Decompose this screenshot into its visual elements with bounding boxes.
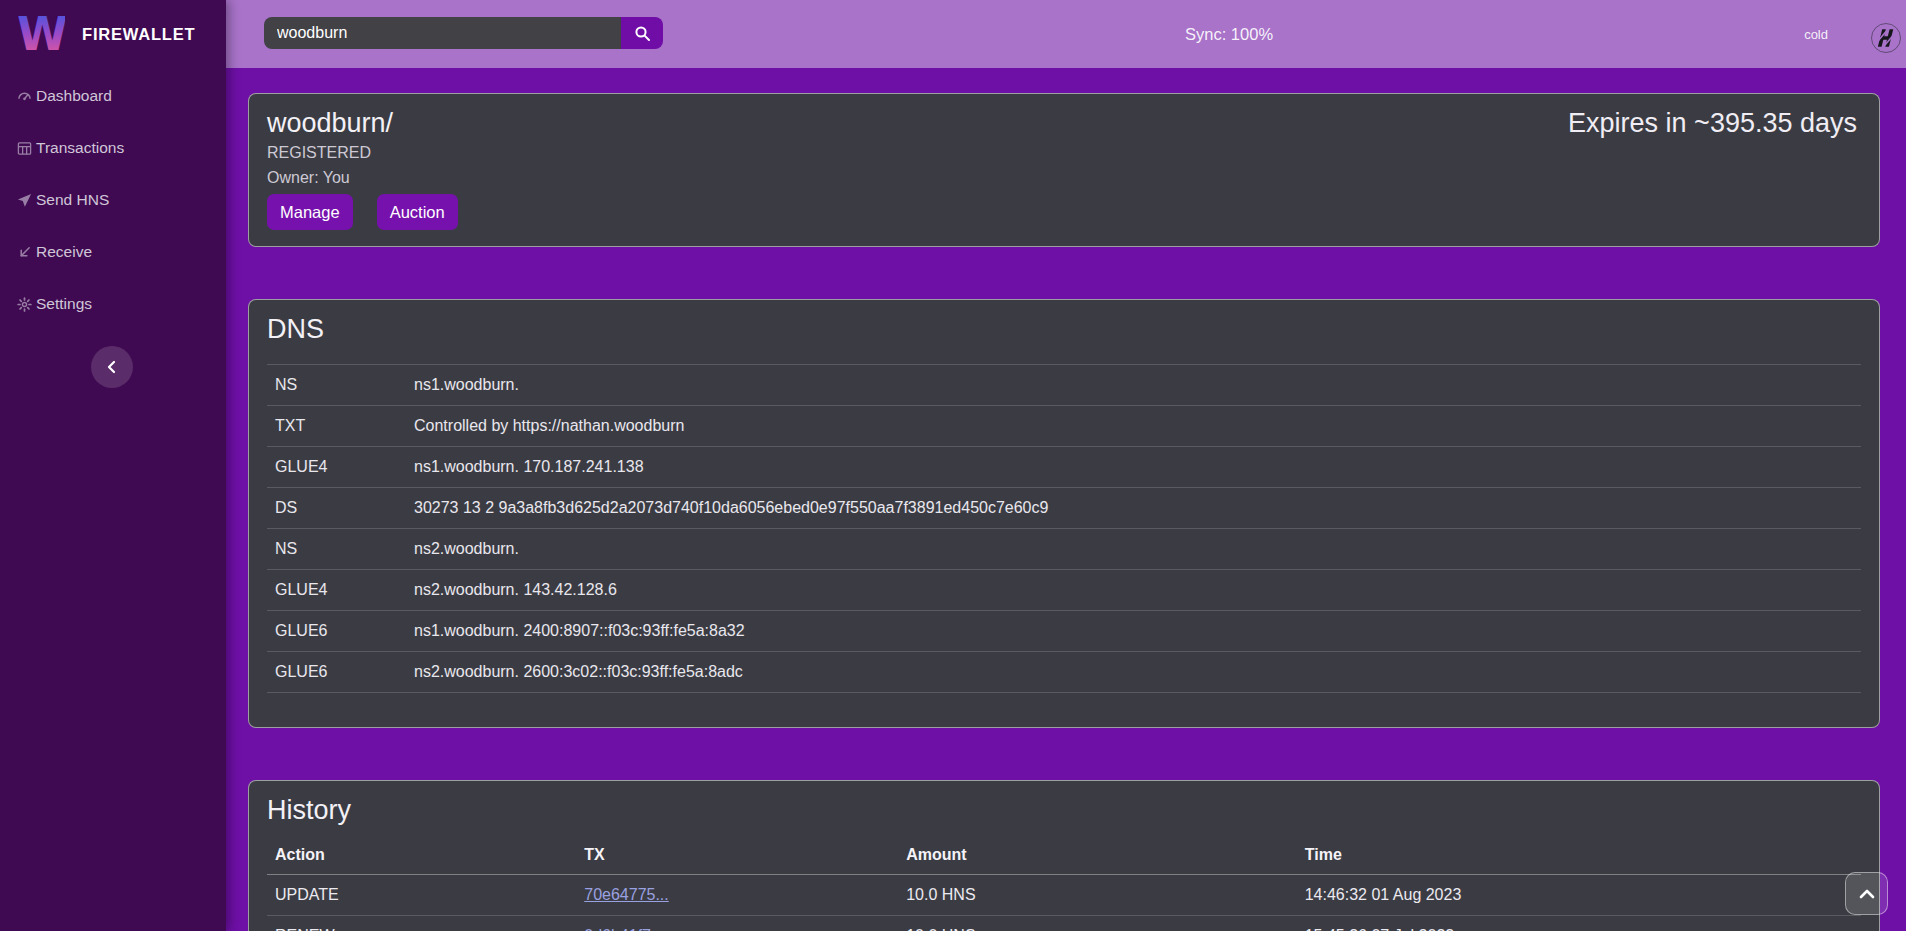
dns-record-type: GLUE6 <box>267 652 406 693</box>
dns-record-row: GLUE6ns1.woodburn. 2400:8907::f03c:93ff:… <box>267 611 1861 652</box>
firewallet-logo-icon: W <box>17 13 65 55</box>
dns-record-type: GLUE6 <box>267 611 406 652</box>
domain-expires: Expires in ~395.35 days <box>1568 107 1857 246</box>
gear-icon <box>17 297 32 312</box>
receive-arrow-icon <box>17 245 32 260</box>
wallet-chip[interactable]: cold <box>1804 0 1901 68</box>
dns-record-type: GLUE4 <box>267 447 406 488</box>
sidebar-collapse-button[interactable] <box>91 346 133 388</box>
history-row: RENEW 0d6b41f7... 10.0 HNS15:45:36 07 Jul … <box>267 915 1861 931</box>
dns-record-type: NS <box>267 529 406 570</box>
dns-record-type: GLUE4 <box>267 570 406 611</box>
handshake-logo-icon[interactable] <box>1871 23 1901 53</box>
dns-record-row: NSns1.woodburn. <box>267 365 1861 406</box>
sidebar-item-label: Receive <box>36 243 92 261</box>
domain-card: woodburn/ REGISTERED Owner: You Manage A… <box>248 93 1880 247</box>
sidebar-item-label: Transactions <box>36 139 124 157</box>
sidebar: W FIREWALLET Dashboard Transactions Send H… <box>0 0 226 931</box>
sidebar-item-transactions[interactable]: Transactions <box>0 122 226 174</box>
history-header-action: Action <box>267 836 576 875</box>
history-action: UPDATE <box>267 874 576 915</box>
history-time: 15:45:36 07 Jul 2023 <box>1297 915 1861 931</box>
dns-card: DNS NSns1.woodburn.TXTControlled by http… <box>248 299 1880 728</box>
dns-record-value: ns1.woodburn. 2400:8907::f03c:93ff:fe5a:… <box>406 611 1861 652</box>
search-icon <box>634 25 651 42</box>
table-icon <box>17 141 32 156</box>
dns-record-type: TXT <box>267 406 406 447</box>
send-icon <box>17 193 32 208</box>
history-tx-link[interactable]: 70e64775... <box>584 886 669 903</box>
sidebar-item-receive[interactable]: Receive <box>0 226 226 278</box>
history-tx-link[interactable]: 0d6b41f7... <box>584 927 664 931</box>
history-amount: 10.0 HNS <box>898 874 1297 915</box>
dns-title: DNS <box>267 313 1861 345</box>
dns-record-row: GLUE4ns1.woodburn. 170.187.241.138 <box>267 447 1861 488</box>
history-table: ActionTXAmountTime UPDATE 70e64775... 10.0… <box>267 836 1861 931</box>
dns-record-value: Controlled by https://nathan.woodburn <box>406 406 1861 447</box>
history-title: History <box>267 794 1861 826</box>
dns-record-value: 30273 13 2 9a3a8fb3d625d2a2073d740f10da6… <box>406 488 1861 529</box>
history-header-time: Time <box>1297 836 1861 875</box>
search-input[interactable] <box>264 17 621 49</box>
sidebar-item-label: Send HNS <box>36 191 109 209</box>
dns-record-value: ns2.woodburn. 2600:3c02::f03c:93ff:fe5a:… <box>406 652 1861 693</box>
sidebar-item-label: Settings <box>36 295 92 313</box>
chevron-up-icon <box>1859 889 1875 899</box>
brand[interactable]: W FIREWALLET <box>0 0 226 68</box>
domain-owner: Owner: You <box>267 167 458 188</box>
dns-record-value: ns2.woodburn. 143.42.128.6 <box>406 570 1861 611</box>
history-time: 14:46:32 01 Aug 2023 <box>1297 874 1861 915</box>
gauge-icon <box>17 89 32 104</box>
history-card: History ActionTXAmountTime UPDATE 70e6477… <box>248 780 1880 931</box>
dns-record-row: NSns2.woodburn. <box>267 529 1861 570</box>
sidebar-item-settings[interactable]: Settings <box>0 278 226 330</box>
search-button[interactable] <box>621 17 663 49</box>
sidebar-item-dashboard[interactable]: Dashboard <box>0 70 226 122</box>
dns-record-value: ns2.woodburn. <box>406 529 1861 570</box>
svg-text:W: W <box>17 13 65 55</box>
sidebar-nav: Dashboard Transactions Send HNS Receive Sett… <box>0 70 226 330</box>
domain-title: woodburn/ <box>267 107 458 139</box>
search-bar <box>264 17 663 49</box>
dns-record-row: GLUE4ns2.woodburn. 143.42.128.6 <box>267 570 1861 611</box>
domain-status: REGISTERED <box>267 142 458 163</box>
brand-name: FIREWALLET <box>82 25 195 44</box>
auction-button[interactable]: Auction <box>377 194 458 230</box>
history-amount: 10.0 HNS <box>898 915 1297 931</box>
history-row: UPDATE 70e64775... 10.0 HNS14:46:32 01 Aug… <box>267 874 1861 915</box>
dns-record-value: ns1.woodburn. 170.187.241.138 <box>406 447 1861 488</box>
main-content: woodburn/ REGISTERED Owner: You Manage A… <box>226 68 1906 931</box>
dns-record-row: DS30273 13 2 9a3a8fb3d625d2a2073d740f10d… <box>267 488 1861 529</box>
topbar: Sync: 100% cold <box>226 0 1906 68</box>
dns-record-type: NS <box>267 365 406 406</box>
sync-status: Sync: 100% <box>1185 0 1273 68</box>
dns-record-row: GLUE6ns2.woodburn. 2600:3c02::f03c:93ff:… <box>267 652 1861 693</box>
history-header-amount: Amount <box>898 836 1297 875</box>
dns-record-row: TXTControlled by https://nathan.woodburn <box>267 406 1861 447</box>
chevron-left-icon <box>105 360 119 374</box>
scroll-to-top-button[interactable] <box>1845 872 1888 915</box>
dns-record-type: DS <box>267 488 406 529</box>
manage-button[interactable]: Manage <box>267 194 353 230</box>
dns-table: NSns1.woodburn.TXTControlled by https://… <box>267 364 1861 693</box>
wallet-name: cold <box>1804 27 1828 42</box>
sidebar-item-label: Dashboard <box>36 87 112 105</box>
sidebar-item-send-hns[interactable]: Send HNS <box>0 174 226 226</box>
history-header-tx: TX <box>576 836 898 875</box>
dns-record-value: ns1.woodburn. <box>406 365 1861 406</box>
history-action: RENEW <box>267 915 576 931</box>
